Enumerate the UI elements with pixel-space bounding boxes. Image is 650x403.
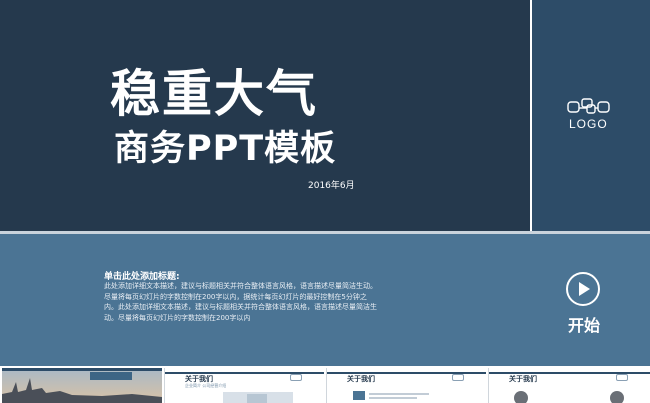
thumbnail-4-title: 关于我们 (509, 375, 537, 383)
start-button[interactable] (566, 272, 600, 306)
slide-date: 2016年6月 (308, 181, 355, 191)
city-photo-thumbnail (2, 368, 162, 403)
start-label[interactable]: 开始 (568, 312, 600, 336)
mini-logo-icon (616, 374, 628, 381)
slide-title-line2: 商务PPT模板 (114, 129, 337, 169)
team-photos-placeholder (514, 391, 624, 403)
play-icon (579, 282, 590, 296)
thumbnail-4[interactable]: 关于我们 (488, 368, 650, 403)
thumbnail-2-subtitle: 企业简介 公司经营介绍 (185, 383, 227, 388)
image-placeholder (223, 392, 293, 403)
mini-logo-icon (452, 374, 464, 381)
content-placeholder (353, 391, 429, 400)
thumbnail-3-title: 关于我们 (347, 375, 375, 383)
mini-logo-icon (290, 374, 302, 381)
thumbnail-1[interactable] (2, 368, 162, 403)
slide-title-line1: 稳重大气 (110, 65, 318, 123)
logo-text: LOGO (569, 117, 608, 131)
thumbnail-3[interactable]: 关于我们 (326, 368, 486, 403)
thumbnail-2[interactable]: 关于我们 企业简介 公司经营介绍 (164, 368, 324, 403)
section-body: 此处添加详细文本描述，建议与标题相关并符合整体语言风格，语言描述尽量简洁生动。尽… (104, 282, 377, 322)
